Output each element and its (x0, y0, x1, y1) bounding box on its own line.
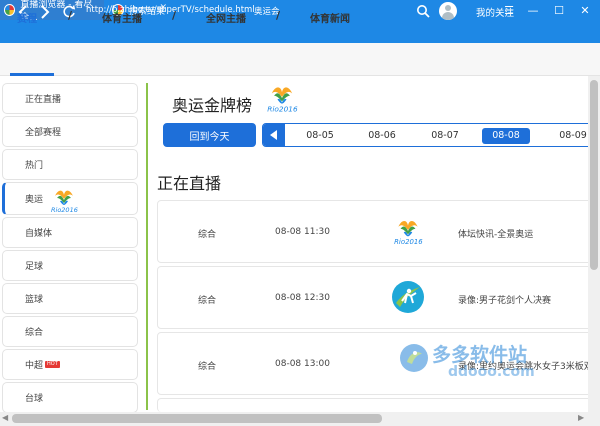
tab-schedule[interactable]: 赛程 (17, 10, 37, 25)
sidebar-item-csl[interactable]: 中超 HOT (2, 349, 138, 380)
sidebar-item-billiards[interactable]: 台球 (2, 382, 138, 413)
watermark-logo-icon (398, 342, 430, 374)
row-time: 08-08 12:30 (275, 293, 330, 303)
active-tab-underline (10, 73, 54, 76)
page-title: 奥运金牌榜 (172, 96, 253, 115)
date-item-selected[interactable]: 08-08 (482, 128, 530, 144)
tab-sports-news[interactable]: 体育新闻 (310, 10, 350, 25)
scroll-left-icon[interactable]: ◀ (2, 413, 8, 422)
row-time: 08-08 11:30 (275, 227, 330, 237)
my-follow-link[interactable]: 我的关注 (476, 5, 514, 19)
sidebar-item-label: 正在直播 (25, 95, 62, 105)
sidebar-item-label: 全部赛程 (25, 128, 62, 138)
rio-2016-logo-icon: Rio2016 (392, 216, 424, 246)
sidebar-item-label: 足球 (25, 262, 44, 272)
sidebar-item-we-media[interactable]: 自媒体 (2, 217, 138, 248)
fencing-icon (392, 281, 424, 313)
row-title: 录像:男子花剑个人决赛 (458, 296, 552, 306)
sidebar-item-all-schedule[interactable]: 全部赛程 (2, 116, 138, 147)
scroll-right-icon[interactable]: ▶ (578, 413, 584, 422)
schedule-row[interactable]: 综合 08-08 11:30 体坛快讯-全景奥运 (157, 200, 597, 263)
address-bar (0, 20, 600, 43)
category-nav (0, 43, 600, 76)
close-window-icon[interactable]: ✕ (574, 0, 596, 20)
rio-2016-logo-icon: Rio2016 (49, 186, 79, 214)
separator: / (68, 9, 73, 22)
rio-2016-logo-icon: Rio2016 (265, 82, 299, 114)
tab-all-anchors[interactable]: 全网主播 (206, 10, 246, 25)
section-divider (146, 83, 148, 410)
watermark-url: ddooo.com (448, 364, 535, 380)
schedule-row[interactable] (157, 398, 597, 412)
row-title: 体坛快讯-全景奥运 (458, 230, 534, 240)
row-category: 综合 (198, 296, 217, 306)
row-time: 08-08 13:00 (275, 359, 330, 369)
back-to-today-button[interactable]: 回到今天 (163, 123, 256, 147)
row-category: 综合 (198, 362, 217, 372)
date-selector: 08-05 08-06 08-07 08-08 08-09 (262, 123, 599, 147)
sidebar-item-label: 热门 (25, 161, 44, 171)
date-item[interactable]: 08-07 (420, 128, 470, 144)
vertical-scroll-thumb[interactable] (590, 80, 598, 270)
tab-sports-anchors[interactable]: 体育主播 (102, 10, 142, 25)
date-item[interactable]: 08-06 (357, 128, 407, 144)
sidebar-item-label: 中超 (25, 361, 44, 371)
sidebar-item-hot[interactable]: 热门 (2, 149, 138, 180)
sidebar-item-general[interactable]: 综合 (2, 316, 138, 347)
sidebar-item-football[interactable]: 足球 (2, 250, 138, 281)
date-item[interactable]: 08-05 (295, 128, 345, 144)
schedule-row[interactable]: 综合 08-08 12:30 录像:男子花剑个人决赛 (157, 266, 597, 329)
sidebar-item-label: 篮球 (25, 295, 44, 305)
minimize-icon[interactable]: — (522, 0, 544, 20)
sidebar-item-label: 奥运 (25, 195, 44, 205)
search-icon[interactable] (416, 4, 430, 18)
hot-badge: HOT (45, 361, 60, 368)
horizontal-scroll-thumb[interactable] (12, 414, 382, 423)
sidebar-item-label: 台球 (25, 394, 44, 404)
live-section-heading: 正在直播 (157, 174, 222, 193)
separator: / (276, 9, 281, 22)
separator: / (172, 9, 177, 22)
sidebar-item-label: 自媒体 (25, 229, 53, 239)
sidebar-item-label: 综合 (25, 328, 44, 338)
previous-dates-icon[interactable] (263, 124, 285, 146)
forward-icon[interactable] (36, 3, 54, 20)
row-category: 综合 (198, 230, 217, 240)
svg-text:Rio2016: Rio2016 (394, 238, 423, 246)
svg-text:Rio2016: Rio2016 (267, 105, 298, 114)
sidebar-item-live[interactable]: 正在直播 (2, 83, 138, 114)
maximize-icon[interactable]: ☐ (548, 0, 570, 20)
watermark-text: 多多软件站 (432, 344, 528, 366)
sidebar-item-basketball[interactable]: 篮球 (2, 283, 138, 314)
avatar[interactable] (439, 2, 457, 20)
svg-text:Rio2016: Rio2016 (51, 206, 78, 214)
